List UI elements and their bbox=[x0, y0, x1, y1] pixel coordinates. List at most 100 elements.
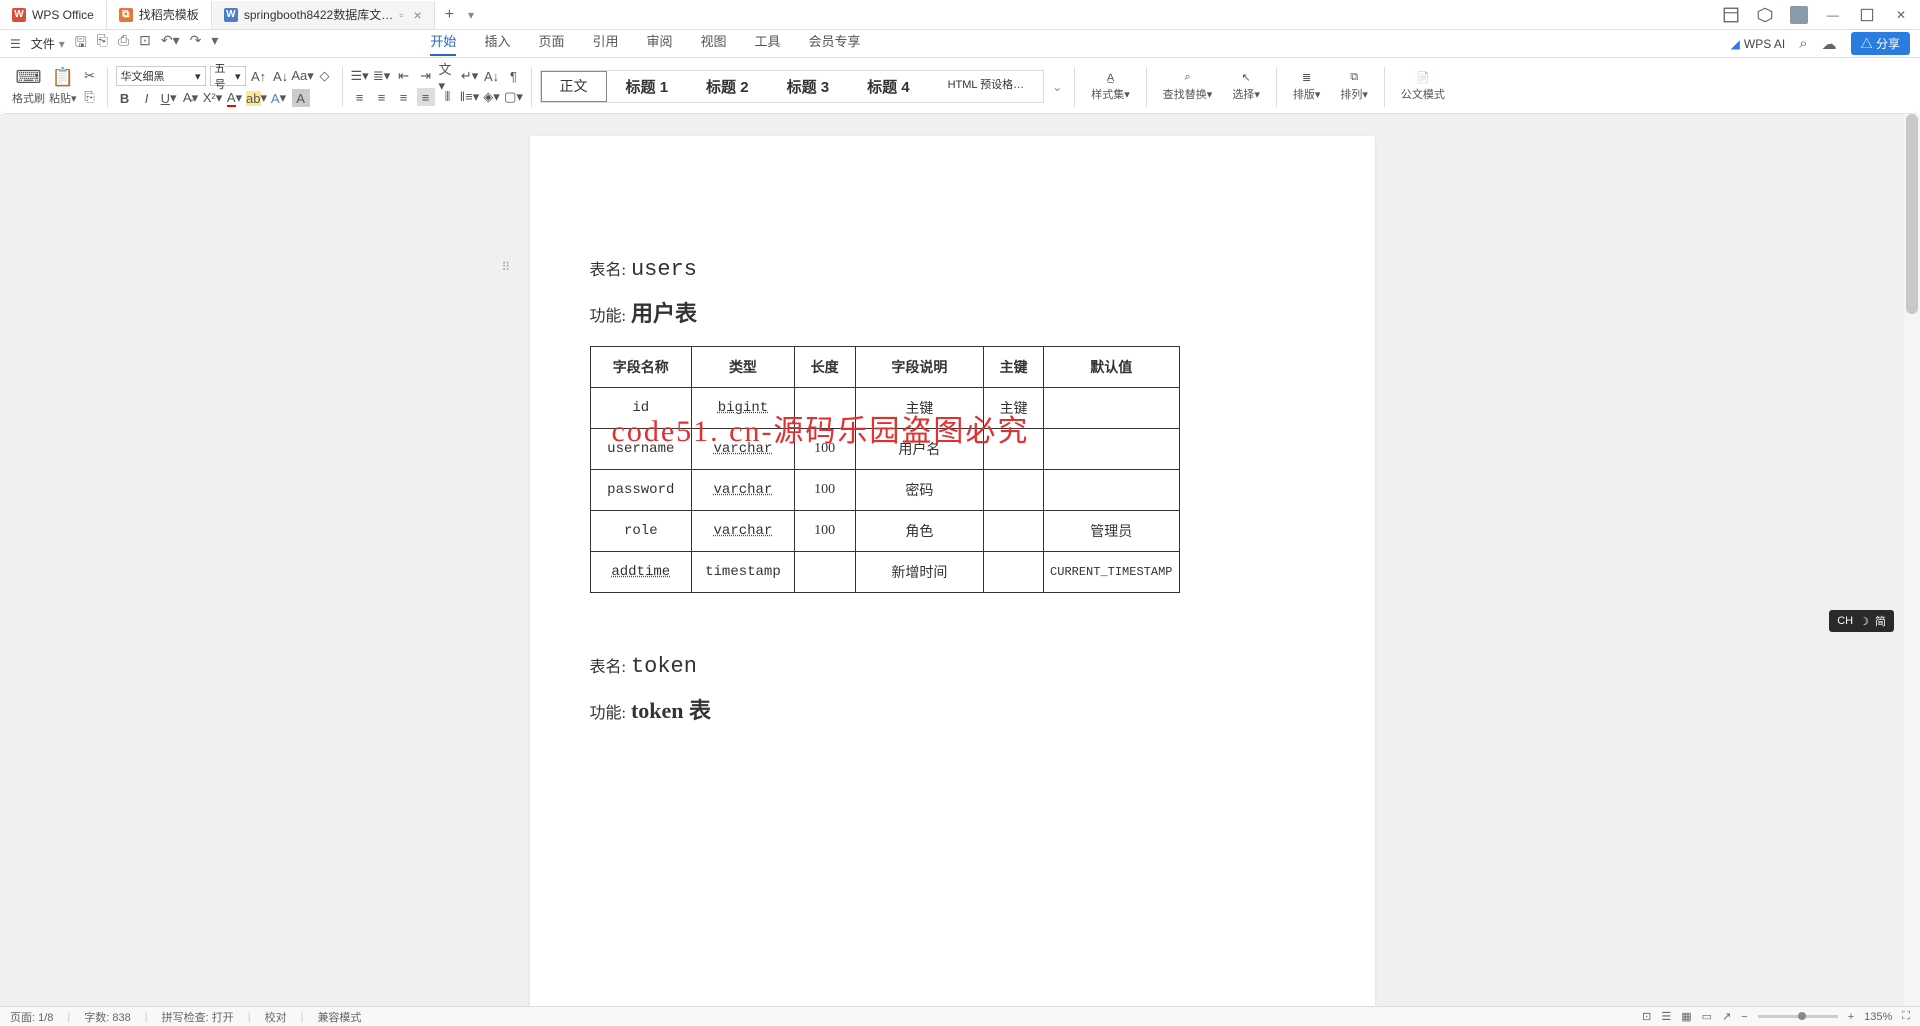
style-h4[interactable]: 标题 4 bbox=[848, 71, 929, 102]
gov-mode-button[interactable]: 📄公文模式 bbox=[1393, 71, 1453, 102]
table-row[interactable]: addtime timestamp 新增时间 CURRENT_TIMESTAMP bbox=[590, 552, 1179, 593]
style-normal[interactable]: 正文 bbox=[541, 71, 607, 102]
bullets-icon[interactable]: ☰▾ bbox=[351, 67, 369, 85]
view-outline-icon[interactable]: ☰ bbox=[1661, 1010, 1671, 1023]
style-set-button[interactable]: A̲样式集▾ bbox=[1083, 72, 1138, 102]
fullscreen-icon[interactable]: ⛶ bbox=[1902, 1010, 1910, 1023]
tab-reference[interactable]: 引用 bbox=[592, 31, 618, 56]
shading-icon[interactable]: ◈▾ bbox=[483, 88, 501, 106]
select-button[interactable]: ↖选择▾ bbox=[1224, 71, 1268, 102]
font-size-select[interactable]: 五号▾ bbox=[210, 66, 246, 86]
bold-icon[interactable]: B bbox=[116, 89, 134, 107]
tab-insert[interactable]: 插入 bbox=[484, 31, 510, 56]
hamburger-icon[interactable]: ☰ bbox=[10, 37, 21, 51]
paragraph-handle-icon[interactable]: ⠿ bbox=[502, 260, 511, 274]
decrease-indent-icon[interactable]: ⇤ bbox=[395, 67, 413, 85]
styles-expand-icon[interactable]: ⌄ bbox=[1048, 80, 1066, 94]
find-replace-button[interactable]: ⌕查找替换▾ bbox=[1155, 71, 1221, 102]
zoom-out-icon[interactable]: − bbox=[1741, 1011, 1747, 1023]
show-marks-icon[interactable]: ¶ bbox=[505, 67, 523, 85]
distribute-icon[interactable]: ⫴ bbox=[439, 88, 457, 106]
increase-font-icon[interactable]: A↑ bbox=[250, 67, 268, 85]
tab-close-button[interactable]: × bbox=[414, 7, 422, 23]
status-mode[interactable]: 兼容模式 bbox=[317, 1009, 361, 1025]
font-family-select[interactable]: 华文细黑▾ bbox=[116, 66, 206, 86]
arrange-button[interactable]: ⧉排列▾ bbox=[1332, 71, 1376, 102]
clear-format-icon[interactable]: ◇ bbox=[316, 67, 334, 85]
maximize-button[interactable] bbox=[1858, 6, 1876, 24]
status-proof[interactable]: 校对 bbox=[265, 1009, 287, 1025]
style-h2[interactable]: 标题 2 bbox=[687, 71, 768, 102]
borders-icon[interactable]: ▢▾ bbox=[505, 88, 523, 106]
line-spacing-icon[interactable]: ‖≡▾ bbox=[461, 88, 479, 106]
line-break-icon[interactable]: ↵▾ bbox=[461, 67, 479, 85]
change-case-icon[interactable]: Aa▾ bbox=[294, 67, 312, 85]
close-button[interactable]: ✕ bbox=[1892, 6, 1910, 24]
paste-button[interactable]: 📋粘贴▾ bbox=[49, 67, 77, 106]
align-justify-icon[interactable]: ≡ bbox=[417, 88, 435, 106]
cube-icon[interactable] bbox=[1756, 6, 1774, 24]
view-focus-icon[interactable]: ↗ bbox=[1722, 1010, 1731, 1023]
decrease-font-icon[interactable]: A↓ bbox=[272, 67, 290, 85]
ime-indicator[interactable]: CH☽简 bbox=[1829, 610, 1894, 632]
table-row[interactable]: role varchar 100 角色 管理员 bbox=[590, 511, 1179, 552]
superscript-icon[interactable]: X²▾ bbox=[204, 89, 222, 107]
view-web-icon[interactable]: ▦ bbox=[1681, 1010, 1691, 1023]
format-brush-button[interactable]: ⌨格式刷 bbox=[12, 67, 45, 106]
text-effects-icon[interactable]: A▾ bbox=[270, 89, 288, 107]
scrollbar-thumb[interactable] bbox=[1906, 114, 1918, 314]
tab-page[interactable]: 页面 bbox=[538, 31, 564, 56]
style-h3[interactable]: 标题 3 bbox=[768, 71, 849, 102]
text-direction-icon[interactable]: 文▾ bbox=[439, 67, 457, 85]
tab-view[interactable]: 视图 bbox=[701, 31, 727, 56]
numbering-icon[interactable]: ≣▾ bbox=[373, 67, 391, 85]
status-page[interactable]: 页面: 1/8 bbox=[10, 1009, 53, 1025]
underline-icon[interactable]: U▾ bbox=[160, 89, 178, 107]
search-icon[interactable]: ⌕ bbox=[1799, 35, 1807, 52]
file-menu[interactable]: 文件▾ bbox=[31, 35, 65, 52]
view-print-icon[interactable]: ⊡ bbox=[1642, 1010, 1651, 1023]
tab-start[interactable]: 开始 bbox=[430, 31, 456, 56]
tab-member[interactable]: 会员专享 bbox=[809, 31, 861, 56]
tab-dropdown-icon[interactable]: ▾ bbox=[468, 8, 474, 22]
status-words[interactable]: 字数: 838 bbox=[84, 1009, 130, 1025]
align-left-icon[interactable]: ≡ bbox=[351, 88, 369, 106]
zoom-in-icon[interactable]: + bbox=[1848, 1011, 1854, 1023]
undo-icon[interactable]: ↶▾ bbox=[161, 32, 180, 56]
tab-tools[interactable]: 工具 bbox=[755, 31, 781, 56]
align-center-icon[interactable]: ≡ bbox=[373, 88, 391, 106]
align-right-icon[interactable]: ≡ bbox=[395, 88, 413, 106]
window-layout-icon[interactable] bbox=[1722, 6, 1740, 24]
export-icon[interactable]: ⎘ bbox=[97, 32, 108, 56]
document-area[interactable]: ⠿ 表名: users 功能: 用户表 code51. cn-源码乐园盗图必究 … bbox=[0, 114, 1904, 1006]
tab-document[interactable]: W springbooth8422数据库文… ▫ × bbox=[212, 1, 435, 29]
zoom-level[interactable]: 135% bbox=[1864, 1011, 1892, 1023]
increase-indent-icon[interactable]: ⇥ bbox=[417, 67, 435, 85]
strikethrough-icon[interactable]: A̵▾ bbox=[182, 89, 200, 107]
redo-icon[interactable]: ↷ bbox=[190, 32, 202, 56]
print-icon[interactable]: ⎙ bbox=[118, 32, 129, 56]
vertical-scrollbar[interactable] bbox=[1904, 114, 1920, 1006]
tab-menu-icon[interactable]: ▫ bbox=[399, 8, 403, 22]
style-h1[interactable]: 标题 1 bbox=[607, 71, 688, 102]
highlight-icon[interactable]: ab▾ bbox=[248, 89, 266, 107]
italic-icon[interactable]: I bbox=[138, 89, 156, 107]
save-icon[interactable]: 🖫 bbox=[75, 32, 87, 56]
font-color-icon[interactable]: A▾ bbox=[226, 89, 244, 107]
more-icon[interactable]: ▾ bbox=[211, 32, 218, 56]
minimize-button[interactable]: — bbox=[1824, 6, 1842, 24]
table-row[interactable]: password varchar 100 密码 bbox=[590, 470, 1179, 511]
tab-wps-office[interactable]: W WPS Office bbox=[0, 1, 107, 29]
share-button[interactable]: △ 分享 bbox=[1851, 32, 1910, 55]
styles-gallery[interactable]: 正文 标题 1 标题 2 标题 3 标题 4 HTML 预设格… bbox=[540, 70, 1045, 103]
cut-icon[interactable]: ✂ bbox=[81, 67, 99, 85]
view-read-icon[interactable]: ▭ bbox=[1702, 1010, 1712, 1023]
new-tab-button[interactable]: + bbox=[435, 6, 464, 24]
sort-button[interactable]: ≣排版▾ bbox=[1285, 71, 1329, 102]
document-page[interactable]: ⠿ 表名: users 功能: 用户表 code51. cn-源码乐园盗图必究 … bbox=[530, 136, 1375, 1006]
tab-review[interactable]: 审阅 bbox=[646, 31, 672, 56]
style-html[interactable]: HTML 预设格… bbox=[929, 71, 1044, 102]
sort-icon[interactable]: A↓ bbox=[483, 67, 501, 85]
tab-templates[interactable]: ⧉ 找稻壳模板 bbox=[107, 1, 212, 29]
db-table[interactable]: 字段名称 类型 长度 字段说明 主键 默认值 id bigint 主键 主键 bbox=[590, 346, 1180, 593]
